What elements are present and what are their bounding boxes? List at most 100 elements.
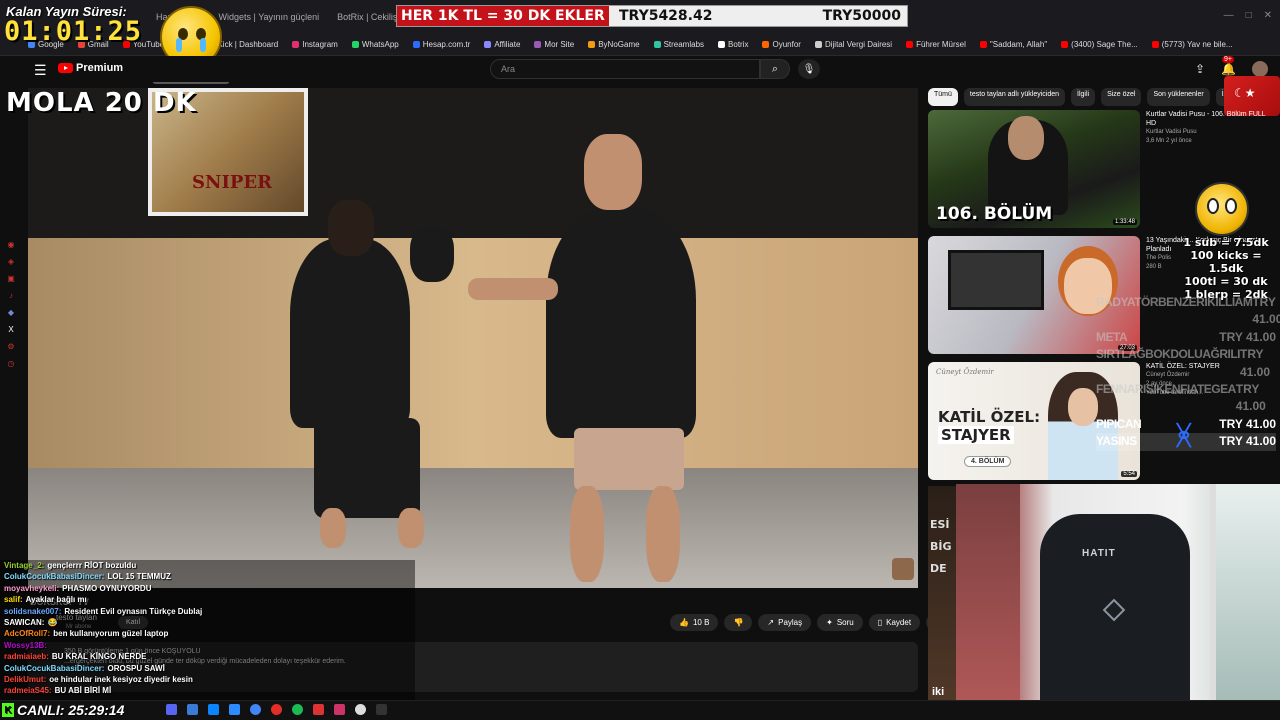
chat-message: DelikUmut: oe hindular inek kesiyoz diyed… — [4, 674, 415, 685]
filter-chip[interactable]: Tümü — [928, 88, 958, 106]
thumb-overlay-text: 106. BÖLÜM — [936, 204, 1053, 224]
bookmark-item[interactable]: Oyunfor — [762, 40, 801, 49]
bookmark-item[interactable]: (3400) Sage The... — [1061, 40, 1138, 49]
obs-icon[interactable] — [271, 704, 282, 715]
avatar[interactable] — [1252, 61, 1268, 77]
rate-line: 100tl = 30 dk — [1184, 275, 1268, 288]
youtube-icon[interactable] — [313, 704, 324, 715]
bookmark-favicon-icon — [814, 41, 822, 48]
terminal-icon[interactable] — [376, 704, 387, 715]
settings-icon[interactable]: ⚙ — [7, 342, 14, 351]
gift-icon[interactable]: ◈ — [8, 257, 14, 266]
tiktok-icon[interactable]: ♪ — [9, 291, 13, 300]
maximize-icon[interactable]: □ — [1246, 10, 1252, 21]
chat-overlay: Vintage_2: gençlerrr RİOT bozuldu ColukCoc… — [0, 560, 415, 706]
filter-chip[interactable]: Son yüklenenler — [1147, 88, 1210, 106]
webcam-door — [956, 484, 1020, 720]
leaderboard-name: PIPICAN — [1096, 416, 1142, 431]
chat-text: 😂 — [47, 618, 58, 628]
bell-icon[interactable]: 🔔 — [1221, 62, 1236, 76]
chat-message: AdcOfRoll7: ben kullanıyorum güzel laptop — [4, 628, 415, 639]
bookmark-label: Streamlabs — [663, 40, 705, 49]
thumb-overlay-top: Cüneyt Özdemir — [936, 368, 994, 376]
rec-meta-1[interactable]: Kurtlar Vadisi Pusu - 106. Bölüm FULL HD… — [1146, 110, 1276, 146]
live-duration: K CANLI: 25:29:14 — [2, 702, 124, 718]
thumb-overlay-line: BİG — [930, 540, 952, 553]
bookmark-favicon-icon — [979, 41, 987, 48]
chat-text: oe hindular inek kesiyoz diyedir kesin — [49, 675, 193, 685]
microphone-icon[interactable]: 🎙 — [798, 59, 820, 79]
like-button[interactable]: 👍 10 B — [670, 614, 719, 631]
chat-username: radmeiaS45: — [4, 686, 52, 696]
bookmark-item[interactable]: Streamlabs — [653, 40, 705, 49]
upload-icon[interactable]: ⇪ — [1195, 62, 1205, 76]
discord-icon[interactable]: ◆ — [8, 308, 14, 317]
browser-tab[interactable]: Widgets | Yayının güçleni — [213, 10, 326, 24]
chat-icon[interactable]: ▣ — [7, 274, 15, 283]
leaderboard-name: YASINS — [1096, 434, 1137, 449]
filter-chip[interactable]: İlgili — [1071, 88, 1096, 106]
bookmark-item[interactable]: Instagram — [292, 40, 338, 49]
store-icon[interactable] — [208, 704, 219, 715]
vscode-icon[interactable] — [229, 704, 240, 715]
twitch-icon[interactable]: ◉ — [8, 240, 15, 249]
bookmark-item[interactable]: Mor Site — [534, 40, 574, 49]
leaderboard-name: SIRTLAĞBOKDOLUAĞRILI — [1096, 347, 1241, 362]
chat-message: ColukCocukBabasiDincer: LOL 15 TEMMUZ — [4, 571, 415, 582]
menu-icon[interactable]: ☰ — [34, 62, 47, 79]
share-button[interactable]: ↗ Paylaş — [758, 614, 812, 631]
bookmark-item[interactable]: "Saddam, Allah" — [979, 40, 1047, 49]
settings-icon[interactable] — [355, 704, 366, 715]
chrome-icon[interactable] — [250, 704, 261, 715]
minimize-icon[interactable]: — — [1224, 10, 1234, 21]
chat-username: salif: — [4, 595, 23, 605]
thumb-overlay-line1: KATİL ÖZEL: — [938, 408, 1041, 426]
bookmark-favicon-icon — [412, 41, 420, 48]
bookmark-item[interactable]: WhatsApp — [351, 40, 399, 49]
x-icon[interactable]: X — [8, 325, 13, 334]
social-sidebar: ◉ ◈ ▣ ♪ ◆ X ⚙ ◷ — [0, 240, 22, 460]
save-button[interactable]: ▯ Kaydet — [868, 614, 921, 631]
leaderboard-name: RADYATÖRBENZERIKILLIAM — [1096, 295, 1253, 309]
chat-username: Wossy13B: — [4, 640, 47, 650]
bookmark-item[interactable]: (5773) Yav ne bile... — [1151, 40, 1233, 49]
window-controls: — □ ✕ — [1224, 10, 1272, 21]
bookmark-item[interactable]: Hesap.com.tr — [412, 40, 470, 49]
leaderboard-row: FENNARISIKENFIATEGEA TRY 41.00 — [1096, 381, 1276, 416]
chat-message: Vintage_2: gençlerrr RİOT bozuldu — [4, 560, 415, 571]
donation-goal-bar: HER 1K TL = 30 DK EKLER TRY5428.42 TRY50… — [396, 5, 908, 27]
chat-message: Wossy13B: — [4, 640, 415, 651]
search-input[interactable]: Ara — [490, 59, 760, 79]
bookmark-favicon-icon — [484, 41, 492, 48]
close-icon[interactable]: ✕ — [1264, 10, 1272, 21]
bookmark-label: Botrix — [728, 40, 749, 49]
ask-button[interactable]: ✦ Soru — [817, 614, 863, 631]
app-icon[interactable] — [334, 704, 345, 715]
boxer-shorts — [314, 418, 420, 518]
bookmark-item[interactable]: ByNoGame — [588, 40, 640, 49]
spotify-icon[interactable] — [292, 704, 303, 715]
discord-icon[interactable] — [166, 704, 177, 715]
filter-chip[interactable]: testo taylan adlı yükleyiciden — [963, 88, 1066, 106]
bookmark-label: WhatsApp — [361, 40, 399, 49]
bookmark-item[interactable]: Führer Mürsel — [906, 40, 966, 49]
rec-thumbnail-1[interactable]: 106. BÖLÜM 1:33:48 — [928, 110, 1140, 228]
duration-badge: 1:33:48 — [1112, 219, 1137, 225]
bookmark-favicon-icon — [351, 41, 359, 48]
chat-username: solidsnake007: — [4, 606, 62, 616]
bookmark-item[interactable]: Botrix — [718, 40, 748, 49]
video-player[interactable]: SNIPER — [28, 88, 918, 588]
youtube-logo[interactable]: Premium — [58, 62, 123, 74]
file-explorer-icon[interactable] — [187, 704, 198, 715]
clock-icon[interactable]: ◷ — [8, 359, 15, 368]
search-icon[interactable]: ⌕ — [760, 59, 790, 79]
remaining-time-timer: 01:01:25 — [4, 16, 143, 47]
chat-username: SAWICAN: — [4, 618, 45, 628]
dislike-button[interactable]: 👎 — [724, 614, 753, 631]
rec-thumbnail-4[interactable]: ESİ BİG DE iki — [928, 486, 958, 700]
filter-chip[interactable]: Size özel — [1101, 88, 1142, 106]
chat-text: gençlerrr RİOT bozuldu — [47, 561, 137, 570]
bookmark-item[interactable]: Affiliate — [484, 40, 520, 49]
bookmark-item[interactable]: Dijital Vergi Dairesi — [814, 40, 892, 49]
youtube-header: ☰ Premium Ara ⌕ 🎙 ⇪ 🔔 9+ — [0, 56, 1280, 82]
